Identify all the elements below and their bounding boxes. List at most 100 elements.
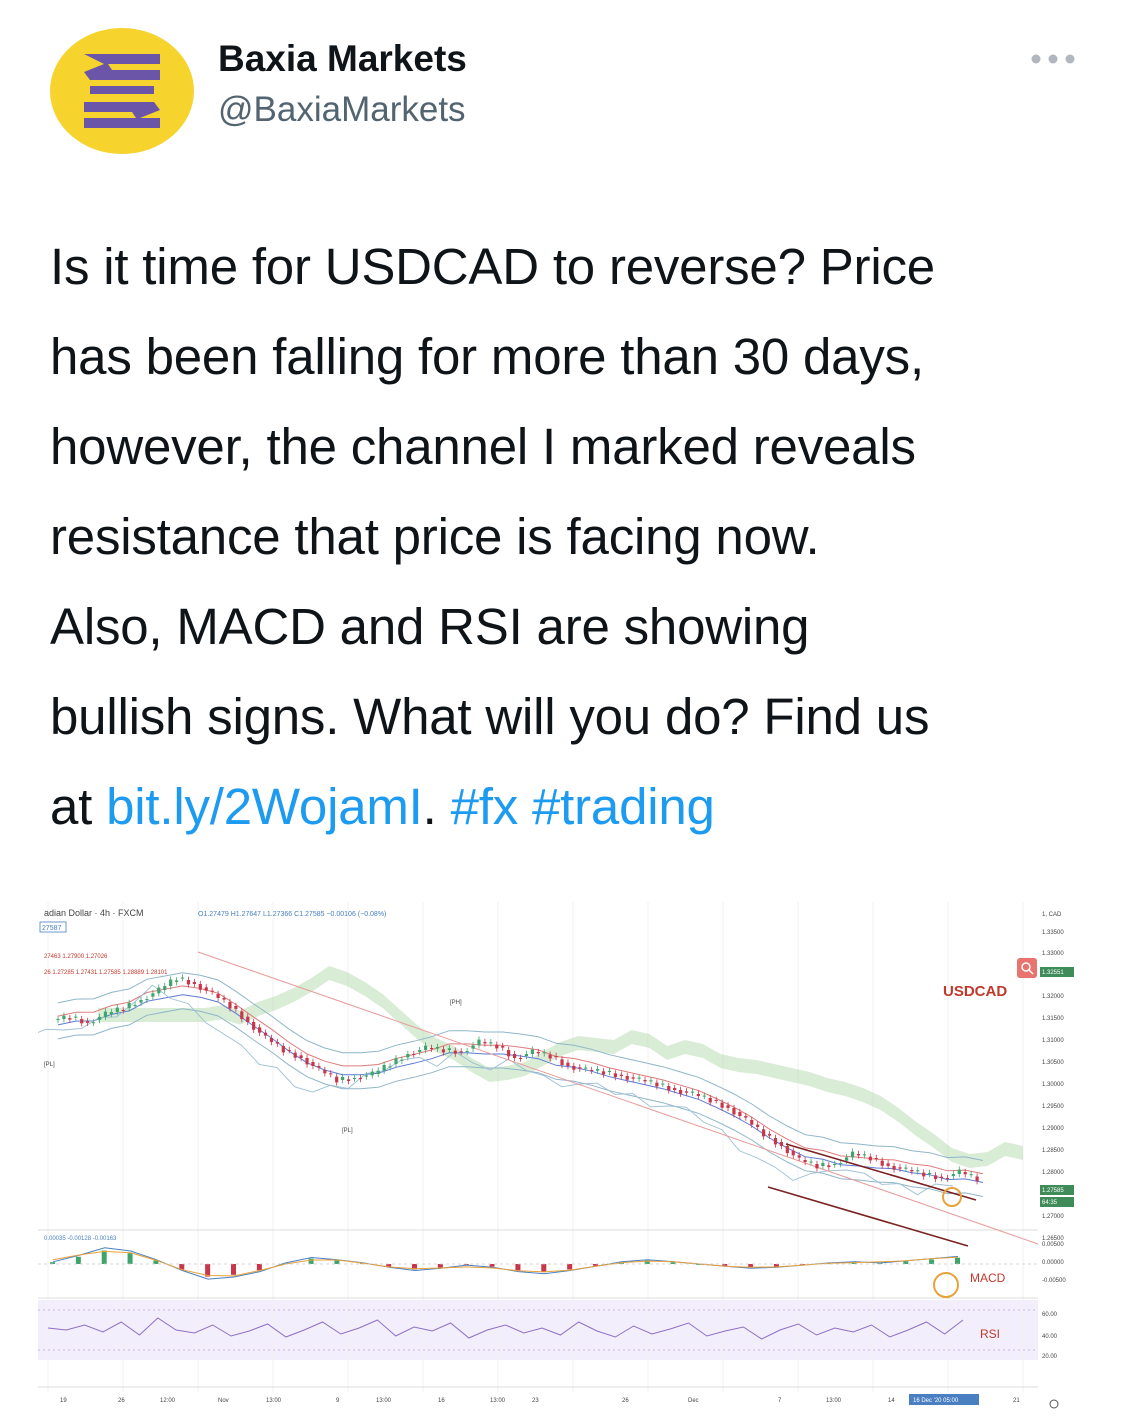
candle-body: [121, 1010, 125, 1011]
candle-body: [287, 1050, 291, 1051]
candle-body: [773, 1138, 778, 1145]
candle-body: [928, 1172, 932, 1174]
candle-body: [507, 1050, 511, 1057]
candle-body: [850, 1151, 855, 1158]
x-tick: 13:00: [826, 1398, 842, 1404]
price-tick: 1.30000: [1042, 1082, 1064, 1088]
x-tick: 12:00: [160, 1398, 176, 1404]
candle-body: [744, 1116, 748, 1118]
candle-body: [922, 1172, 926, 1177]
candle-body: [400, 1059, 404, 1061]
candle-body: [483, 1042, 487, 1044]
candle-body: [673, 1088, 677, 1090]
candle-body: [80, 1019, 84, 1024]
candle-body: [548, 1054, 552, 1059]
candle-body: [169, 979, 173, 986]
candle-body: [643, 1080, 647, 1082]
hashtag-trading[interactable]: #trading: [532, 778, 715, 835]
candle-body: [352, 1078, 357, 1079]
candle-body: [418, 1050, 422, 1052]
candle-body: [174, 980, 179, 982]
macd-histogram-bar: [489, 1264, 495, 1267]
macd-histogram-bar: [437, 1264, 443, 1268]
x-tick: 13:00: [490, 1398, 506, 1404]
candle-body: [335, 1076, 339, 1083]
x-tick: 23: [532, 1398, 539, 1404]
candle-body: [512, 1054, 517, 1058]
more-horizontal-icon[interactable]: [1028, 48, 1078, 70]
candle-body: [453, 1050, 457, 1054]
candle-body: [192, 982, 196, 984]
candle-body: [969, 1174, 973, 1176]
price-tick: 1.32551: [1042, 970, 1064, 976]
tweet-link[interactable]: bit.ly/2WojamI: [106, 778, 423, 835]
candle-body: [465, 1051, 469, 1053]
price-tick: 1.28500: [1042, 1148, 1064, 1154]
candle-body: [329, 1073, 333, 1075]
tweet-line: Also, MACD and RSI are showing: [50, 598, 810, 655]
candle-body: [234, 1006, 238, 1009]
candle-body: [637, 1077, 641, 1079]
chart-indicator-a: 27463 1.27900 1.27026: [44, 954, 108, 960]
hashtag-fx[interactable]: #fx: [451, 778, 519, 835]
candle-body: [678, 1090, 683, 1094]
author-name[interactable]: Baxia Markets: [218, 38, 467, 80]
macd-histogram-bar: [127, 1253, 133, 1264]
rsi-tick: 60.00: [1042, 1312, 1058, 1318]
pivot-label: [PH]: [450, 1000, 462, 1006]
price-tick: 1.31000: [1042, 1038, 1064, 1044]
candle-body: [412, 1054, 416, 1055]
candle-body: [726, 1105, 730, 1108]
author-handle[interactable]: @BaxiaMarkets: [218, 90, 466, 130]
candle-body: [429, 1048, 434, 1049]
candle-body: [252, 1022, 256, 1030]
candle-body: [91, 1022, 96, 1024]
avatar[interactable]: [50, 28, 194, 154]
candle-body: [435, 1046, 440, 1049]
pivot-label: [PL]: [44, 1062, 55, 1068]
candle-body: [97, 1016, 102, 1020]
candle-body: [880, 1160, 884, 1166]
candle-body: [293, 1052, 297, 1058]
candle-body: [607, 1070, 612, 1072]
tweet-media-chart[interactable]: adian Dollar · 4h · FXCM O1.27479 H1.276…: [38, 892, 1076, 1418]
macd-histogram-bar: [955, 1257, 960, 1264]
candle-body: [74, 1016, 78, 1018]
candle-body: [382, 1064, 386, 1071]
macd-histogram-bar: [231, 1264, 236, 1275]
macd-tick: -0.00500: [1042, 1278, 1066, 1284]
candle-body: [530, 1049, 534, 1054]
price-tick: 1.29000: [1042, 1126, 1064, 1132]
candle-body: [275, 1042, 279, 1044]
candle-body: [785, 1146, 789, 1154]
x-tick: 13:00: [266, 1398, 282, 1404]
candle-body: [690, 1091, 695, 1093]
search-icon[interactable]: [1017, 958, 1037, 978]
candle-body: [269, 1038, 274, 1042]
macd-histogram-bar: [903, 1261, 909, 1264]
x-tick: 26: [622, 1398, 629, 1404]
candle-body: [649, 1080, 653, 1082]
candle-body: [441, 1049, 446, 1053]
candle-body: [613, 1073, 617, 1078]
macd-label: MACD: [970, 1271, 1006, 1285]
candle-body: [720, 1102, 724, 1108]
candle-body: [204, 987, 208, 991]
candle-body: [661, 1083, 665, 1085]
rsi-panel-bg: [38, 1300, 1038, 1360]
candle-body: [797, 1155, 801, 1158]
candle-body: [791, 1150, 795, 1156]
candle-body: [916, 1170, 920, 1172]
candle-body: [477, 1039, 481, 1046]
candle-body: [406, 1054, 410, 1058]
candle-body: [631, 1077, 635, 1079]
price-tick: 1.27585: [1042, 1188, 1064, 1194]
macd-histogram-bar: [334, 1260, 340, 1264]
chart-price-box: 27587: [42, 925, 62, 932]
price-tick: 1.33500: [1042, 930, 1064, 936]
candle-body: [151, 993, 155, 997]
candle-body: [524, 1054, 529, 1056]
y-axis-currency: 1, CAD: [1042, 912, 1062, 918]
candle-body: [566, 1062, 570, 1066]
candle-body: [886, 1163, 890, 1166]
